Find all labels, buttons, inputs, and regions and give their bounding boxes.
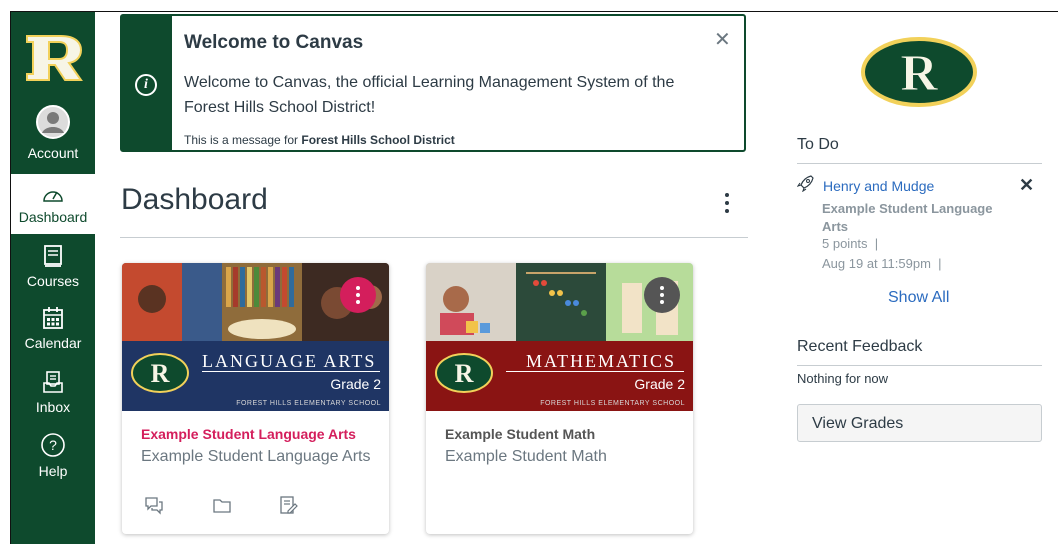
close-icon[interactable]: ✕ [714, 30, 731, 50]
todo-item-points: 5 points | [822, 236, 879, 251]
help-icon: ? [11, 432, 95, 461]
screen-border-top [10, 11, 1058, 12]
assignment-rocket-icon [797, 175, 814, 192]
global-announcement: i Welcome to Canvas Welcome to Canvas, t… [120, 14, 746, 152]
course-card-language-arts[interactable]: R LANGUAGE ARTS Grade 2 FOREST HILLS ELE… [122, 263, 389, 534]
screen-left-margin [0, 12, 10, 544]
recent-feedback-heading: Recent Feedback [797, 338, 923, 355]
calendar-icon [11, 306, 95, 333]
todo-divider [797, 163, 1042, 164]
nav-calendar[interactable]: Calendar [11, 306, 95, 364]
show-all-link[interactable]: Show All [888, 289, 949, 307]
svg-text:?: ? [49, 437, 57, 453]
nav-help[interactable]: ? Help [11, 432, 95, 490]
announcement-footer-org: Forest Hills School District [301, 133, 455, 147]
todo-item-due: Aug 19 at 11:59pm | [822, 256, 942, 271]
course-banner-title: LANGUAGE ARTS [202, 351, 377, 371]
inbox-icon [11, 370, 95, 397]
account-icon [11, 104, 95, 143]
nav-inbox-label: Inbox [35, 399, 71, 415]
announcement-title: Welcome to Canvas [184, 32, 364, 53]
courses-icon [11, 244, 95, 271]
svg-text:R: R [900, 45, 939, 102]
announcement-footer: This is a message for Forest Hills Schoo… [184, 133, 455, 147]
course-banner-divider [202, 371, 380, 372]
todo-points-value: 5 points [822, 236, 868, 251]
nav-calendar-label: Calendar [24, 335, 82, 351]
nav-inbox[interactable]: Inbox [11, 370, 95, 428]
discussions-icon[interactable] [144, 495, 164, 520]
feedback-empty-text: Nothing for now [797, 371, 889, 386]
header-divider [120, 237, 748, 238]
nav-courses[interactable]: Courses [11, 244, 95, 300]
course-banner-school: FOREST HILLS ELEMENTARY SCHOOL [236, 400, 381, 407]
nav-dashboard[interactable]: Dashboard [11, 174, 95, 234]
files-icon[interactable] [212, 495, 232, 520]
more-vertical-icon [356, 286, 360, 304]
info-icon: i [135, 74, 157, 96]
course-card-subtitle: Example Student Math [445, 448, 607, 465]
todo-item-course: Example Student Language Arts [822, 201, 993, 234]
dismiss-todo-icon[interactable]: ✕ [1019, 175, 1034, 196]
nav-account-label: Account [27, 145, 79, 161]
todo-item-link[interactable]: Henry and Mudge [823, 178, 934, 194]
nav-courses-label: Courses [26, 273, 80, 289]
course-banner-school: FOREST HILLS ELEMENTARY SCHOOL [540, 400, 685, 407]
nav-help-label: Help [38, 463, 68, 479]
card-options-button[interactable] [644, 277, 680, 313]
announcement-body: Welcome to Canvas, the official Learning… [184, 74, 675, 116]
svg-text:R: R [455, 359, 474, 388]
dashboard-icon [11, 184, 95, 207]
course-banner-title: MATHEMATICS [526, 351, 677, 371]
view-grades-button[interactable]: View Grades [797, 404, 1042, 442]
todo-due-value: Aug 19 at 11:59pm [822, 256, 931, 271]
school-logo-large: R [861, 37, 977, 107]
assignments-icon[interactable] [278, 495, 298, 520]
announcement-footer-prefix: This is a message for [184, 133, 302, 147]
global-nav: Account Dashboard Courses Calendar Inbox… [11, 12, 95, 544]
course-card-name[interactable]: Example Student Math [445, 426, 595, 442]
card-options-button[interactable] [340, 277, 376, 313]
course-card-name[interactable]: Example Student Language Arts [141, 426, 356, 442]
nav-account[interactable]: Account [11, 104, 95, 166]
course-banner-grade: Grade 2 [634, 376, 685, 392]
dashboard-options-icon[interactable] [720, 190, 734, 216]
more-vertical-icon [660, 286, 664, 304]
course-banner-grade: Grade 2 [330, 376, 381, 392]
course-banner-divider [506, 371, 684, 372]
feedback-divider [797, 365, 1042, 366]
school-logo[interactable] [21, 28, 87, 90]
page-title: Dashboard [121, 183, 268, 216]
todo-heading: To Do [797, 136, 839, 153]
course-card-subtitle: Example Student Language Arts [141, 448, 371, 465]
svg-text:R: R [151, 359, 170, 388]
course-card-math[interactable]: R MATHEMATICS Grade 2 FOREST HILLS ELEME… [426, 263, 693, 534]
nav-dashboard-label: Dashboard [18, 209, 88, 225]
